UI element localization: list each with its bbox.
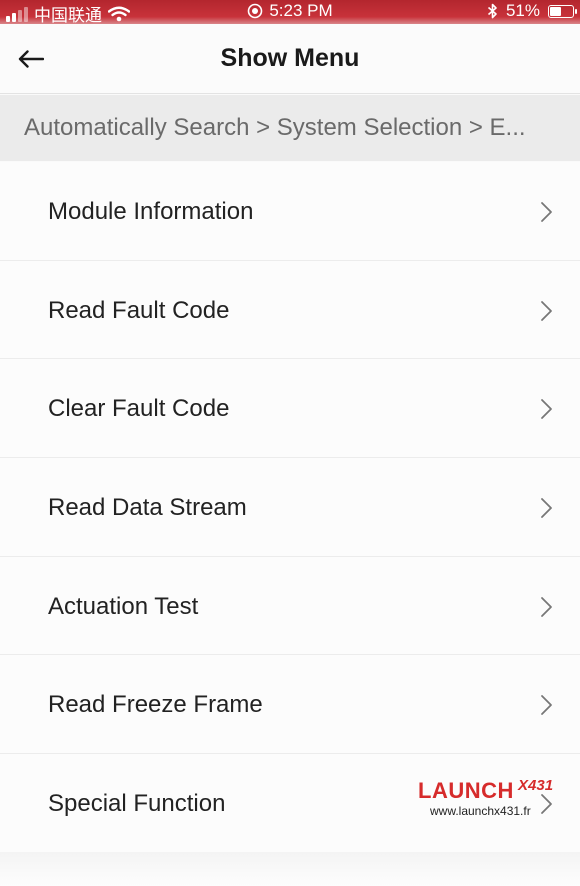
arrow-left-icon bbox=[18, 50, 44, 68]
bluetooth-icon bbox=[487, 3, 497, 19]
menu-item-label: Special Function bbox=[48, 790, 226, 818]
back-button[interactable] bbox=[18, 42, 58, 76]
menu-item-read-data-stream[interactable]: Read Data Stream bbox=[0, 458, 580, 557]
breadcrumb: Automatically Search > System Selection … bbox=[0, 95, 580, 161]
menu-item-read-fault-code[interactable]: Read Fault Code bbox=[0, 260, 580, 360]
menu-item-clear-fault-code[interactable]: Clear Fault Code bbox=[0, 359, 580, 459]
clock: 5:23 PM bbox=[269, 1, 333, 20]
status-bar: 中国联通 5:23 PM 51% bbox=[0, 0, 580, 25]
battery-icon bbox=[548, 4, 577, 18]
menu-item-read-freeze-frame[interactable]: Read Freeze Frame bbox=[0, 655, 580, 755]
menu-item-label: Read Data Stream bbox=[48, 494, 247, 522]
chevron-right-icon bbox=[541, 498, 552, 518]
chevron-right-icon bbox=[541, 695, 552, 716]
status-right: 51% bbox=[487, 1, 577, 21]
chevron-right-icon bbox=[541, 596, 552, 617]
menu-item-label: Module Information bbox=[48, 198, 254, 225]
chevron-right-icon bbox=[541, 300, 552, 321]
menu-item-special-function[interactable]: Special Function bbox=[0, 754, 580, 853]
chevron-right-icon bbox=[541, 794, 552, 815]
function-menu: Module Information Read Fault Code Clear… bbox=[0, 162, 580, 853]
menu-item-label: Actuation Test bbox=[48, 592, 199, 620]
battery-fill bbox=[550, 6, 561, 16]
menu-item-actuation-test[interactable]: Actuation Test bbox=[0, 556, 580, 656]
nav-bar: Show Menu bbox=[0, 24, 580, 94]
bottom-fade bbox=[0, 852, 580, 886]
menu-item-label: Clear Fault Code bbox=[48, 395, 230, 423]
chevron-right-icon bbox=[541, 399, 552, 420]
chevron-right-icon bbox=[541, 202, 552, 222]
battery-percent: 51% bbox=[505, 1, 540, 20]
menu-item-module-information[interactable]: Module Information bbox=[0, 162, 580, 261]
menu-item-label: Read Fault Code bbox=[48, 296, 230, 324]
menu-item-label: Read Freeze Frame bbox=[48, 691, 263, 719]
page-title: Show Menu bbox=[220, 44, 360, 72]
location-icon bbox=[248, 3, 263, 19]
